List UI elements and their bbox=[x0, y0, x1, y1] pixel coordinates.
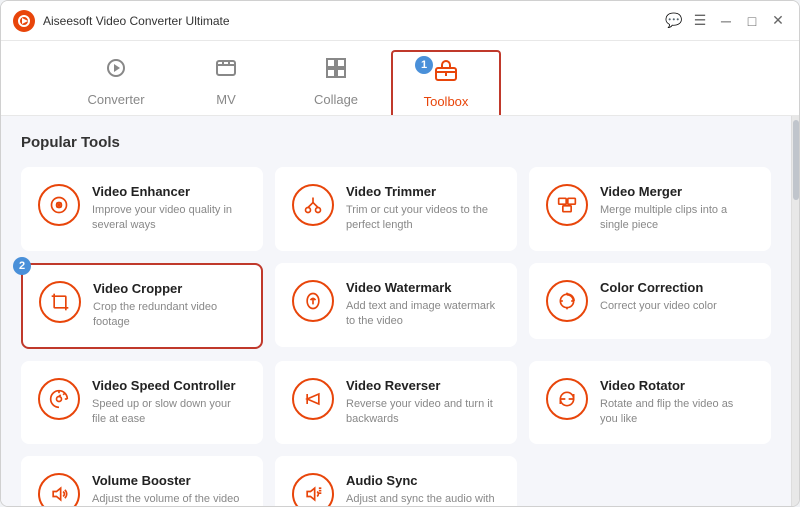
video-trimmer-desc: Trim or cut your videos to the perfect l… bbox=[346, 203, 500, 234]
title-bar: Aiseesoft Video Converter Ultimate 💬 ☰ ─… bbox=[1, 1, 799, 41]
tool-video-watermark[interactable]: Video Watermark Add text and image water… bbox=[275, 263, 517, 347]
tool-color-correction[interactable]: Color Correction Correct your video colo… bbox=[529, 263, 771, 339]
tool-rotator-wrapper: Video Rotator Rotate and flip the video … bbox=[529, 361, 771, 445]
maximize-button[interactable]: □ bbox=[743, 12, 761, 30]
video-cropper-text: Video Cropper Crop the redundant video f… bbox=[93, 281, 245, 331]
tool-audio-wrapper: Audio Sync Adjust and sync the audio wit… bbox=[275, 456, 517, 506]
color-correction-icon bbox=[546, 280, 588, 322]
tool-video-rotator[interactable]: Video Rotator Rotate and flip the video … bbox=[529, 361, 771, 445]
video-speed-name: Video Speed Controller bbox=[92, 378, 246, 393]
video-enhancer-desc: Improve your video quality in several wa… bbox=[92, 203, 246, 234]
scrollbar-thumb[interactable] bbox=[793, 120, 799, 200]
tools-grid: Video Enhancer Improve your video qualit… bbox=[21, 167, 771, 506]
color-correction-name: Color Correction bbox=[600, 280, 754, 295]
tab-toolbox[interactable]: 1 Toolbox bbox=[391, 50, 501, 115]
converter-icon bbox=[104, 56, 128, 86]
video-cropper-icon bbox=[39, 281, 81, 323]
video-cropper-desc: Crop the redundant video footage bbox=[93, 300, 245, 331]
menu-icon[interactable]: ☰ bbox=[691, 12, 709, 30]
volume-booster-text: Volume Booster Adjust the volume of the … bbox=[92, 473, 246, 506]
window-controls: 💬 ☰ ─ □ ✕ bbox=[665, 12, 787, 30]
video-trimmer-name: Video Trimmer bbox=[346, 184, 500, 199]
video-watermark-icon bbox=[292, 280, 334, 322]
audio-sync-icon bbox=[292, 473, 334, 506]
tool-volume-booster[interactable]: Volume Booster Adjust the volume of the … bbox=[21, 456, 263, 506]
tool-volume-wrapper: Volume Booster Adjust the volume of the … bbox=[21, 456, 263, 506]
message-icon[interactable]: 💬 bbox=[665, 12, 683, 30]
converter-label: Converter bbox=[87, 92, 144, 107]
video-reverser-icon bbox=[292, 378, 334, 420]
video-watermark-text: Video Watermark Add text and image water… bbox=[346, 280, 500, 330]
tool-speed-wrapper: Video Speed Controller Speed up or slow … bbox=[21, 361, 263, 445]
tool-merger-wrapper: Video Merger Merge multiple clips into a… bbox=[529, 167, 771, 251]
minimize-button[interactable]: ─ bbox=[717, 12, 735, 30]
video-rotator-icon bbox=[546, 378, 588, 420]
volume-booster-icon bbox=[38, 473, 80, 506]
video-speed-desc: Speed up or slow down your file at ease bbox=[92, 397, 246, 428]
tool-watermark-wrapper: Video Watermark Add text and image water… bbox=[275, 263, 517, 349]
scrollbar-track[interactable] bbox=[791, 116, 799, 506]
app-window: Aiseesoft Video Converter Ultimate 💬 ☰ ─… bbox=[0, 0, 800, 507]
cropper-badge: 2 bbox=[13, 257, 31, 275]
audio-sync-name: Audio Sync bbox=[346, 473, 500, 488]
collage-icon bbox=[324, 56, 348, 86]
toolbox-icon bbox=[434, 58, 458, 88]
video-watermark-desc: Add text and image watermark to the vide… bbox=[346, 299, 500, 330]
video-cropper-name: Video Cropper bbox=[93, 281, 245, 296]
video-enhancer-text: Video Enhancer Improve your video qualit… bbox=[92, 184, 246, 234]
tool-video-speed-controller[interactable]: Video Speed Controller Speed up or slow … bbox=[21, 361, 263, 445]
video-reverser-name: Video Reverser bbox=[346, 378, 500, 393]
tool-trimmer-wrapper: Video Trimmer Trim or cut your videos to… bbox=[275, 167, 517, 251]
tab-collage[interactable]: Collage bbox=[281, 50, 391, 115]
video-merger-name: Video Merger bbox=[600, 184, 754, 199]
video-trimmer-icon bbox=[292, 184, 334, 226]
tool-enhancer-wrapper: Video Enhancer Improve your video qualit… bbox=[21, 167, 263, 251]
video-speed-icon bbox=[38, 378, 80, 420]
volume-booster-desc: Adjust the volume of the video bbox=[92, 492, 246, 506]
video-merger-icon bbox=[546, 184, 588, 226]
toolbox-badge: 1 bbox=[415, 56, 433, 74]
collage-label: Collage bbox=[314, 92, 358, 107]
video-enhancer-icon bbox=[38, 184, 80, 226]
tool-cropper-wrapper: 2 Video Cropper bbox=[21, 263, 263, 349]
video-merger-desc: Merge multiple clips into a single piece bbox=[600, 203, 754, 234]
color-correction-text: Color Correction Correct your video colo… bbox=[600, 280, 754, 314]
mv-label: MV bbox=[216, 92, 236, 107]
audio-sync-text: Audio Sync Adjust and sync the audio wit… bbox=[346, 473, 500, 506]
video-rotator-text: Video Rotator Rotate and flip the video … bbox=[600, 378, 754, 428]
main-content: Popular Tools Video Enhancer bbox=[1, 116, 791, 506]
tool-video-cropper[interactable]: Video Cropper Crop the redundant video f… bbox=[21, 263, 263, 349]
video-trimmer-text: Video Trimmer Trim or cut your videos to… bbox=[346, 184, 500, 234]
tool-video-trimmer[interactable]: Video Trimmer Trim or cut your videos to… bbox=[275, 167, 517, 251]
video-reverser-text: Video Reverser Reverse your video and tu… bbox=[346, 378, 500, 428]
color-correction-desc: Correct your video color bbox=[600, 299, 754, 314]
tool-color-wrapper: Color Correction Correct your video colo… bbox=[529, 263, 771, 349]
tool-video-reverser[interactable]: Video Reverser Reverse your video and tu… bbox=[275, 361, 517, 445]
video-merger-text: Video Merger Merge multiple clips into a… bbox=[600, 184, 754, 234]
tool-reverser-wrapper: Video Reverser Reverse your video and tu… bbox=[275, 361, 517, 445]
video-speed-text: Video Speed Controller Speed up or slow … bbox=[92, 378, 246, 428]
tool-video-merger[interactable]: Video Merger Merge multiple clips into a… bbox=[529, 167, 771, 251]
video-watermark-name: Video Watermark bbox=[346, 280, 500, 295]
tool-video-enhancer[interactable]: Video Enhancer Improve your video qualit… bbox=[21, 167, 263, 251]
content-area: Popular Tools Video Enhancer bbox=[1, 116, 799, 506]
section-title: Popular Tools bbox=[21, 134, 771, 151]
app-title: Aiseesoft Video Converter Ultimate bbox=[43, 14, 665, 28]
video-rotator-desc: Rotate and flip the video as you like bbox=[600, 397, 754, 428]
app-logo bbox=[13, 10, 35, 32]
tool-audio-sync[interactable]: Audio Sync Adjust and sync the audio wit… bbox=[275, 456, 517, 506]
tab-mv[interactable]: MV bbox=[171, 50, 281, 115]
volume-booster-name: Volume Booster bbox=[92, 473, 246, 488]
video-enhancer-name: Video Enhancer bbox=[92, 184, 246, 199]
video-rotator-name: Video Rotator bbox=[600, 378, 754, 393]
close-button[interactable]: ✕ bbox=[769, 12, 787, 30]
nav-tabs: Converter MV Col bbox=[1, 41, 799, 116]
audio-sync-desc: Adjust and sync the audio with the video bbox=[346, 492, 500, 506]
video-reverser-desc: Reverse your video and turn it backwards bbox=[346, 397, 500, 428]
toolbox-label: Toolbox bbox=[424, 94, 469, 109]
mv-icon bbox=[214, 56, 238, 86]
tab-converter[interactable]: Converter bbox=[61, 50, 171, 115]
